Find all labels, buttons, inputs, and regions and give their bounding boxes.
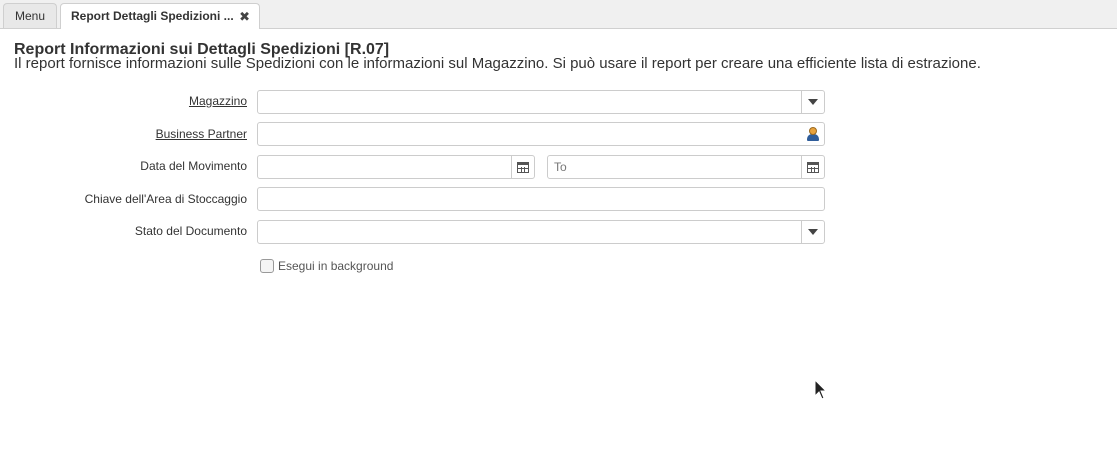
page-description: Il report fornisce informazioni sulle Sp…: [14, 55, 981, 72]
movement-date-to-field[interactable]: [547, 155, 825, 179]
locator-key-input[interactable]: [258, 188, 824, 210]
movement-date-from-input[interactable]: [258, 156, 534, 178]
business-partner-icon: [806, 127, 820, 141]
movement-date-from-field[interactable]: [257, 155, 535, 179]
warehouse-select[interactable]: [257, 90, 825, 114]
locator-key-label: Chiave dell'Area di Stoccaggio: [84, 192, 247, 206]
chevron-down-icon: [808, 229, 818, 235]
movement-date-from-calendar-button[interactable]: [511, 156, 534, 178]
business-partner-label[interactable]: Business Partner: [156, 127, 247, 141]
tab-report-label: Report Dettagli Spedizioni ...: [71, 9, 234, 23]
warehouse-input[interactable]: [258, 91, 824, 113]
movement-date-to-calendar-button[interactable]: [801, 156, 824, 178]
document-status-dropdown-button[interactable]: [801, 221, 824, 243]
tab-menu[interactable]: Menu: [3, 3, 57, 28]
background-checkbox[interactable]: [260, 259, 274, 273]
tab-menu-label: Menu: [14, 9, 46, 23]
document-status-input[interactable]: [258, 221, 824, 243]
tab-bar: Menu Report Dettagli Spedizioni ... ✖: [0, 0, 1117, 29]
chevron-down-icon: [808, 99, 818, 105]
background-option[interactable]: Esegui in background: [260, 259, 393, 273]
calendar-icon: [807, 161, 819, 173]
document-status-label: Stato del Documento: [134, 224, 247, 238]
movement-date-to-input[interactable]: [548, 156, 824, 178]
mouse-cursor-icon: [814, 379, 828, 400]
calendar-icon: [517, 161, 529, 173]
warehouse-label[interactable]: Magazzino: [189, 94, 247, 108]
locator-key-field[interactable]: [257, 187, 825, 211]
background-label: Esegui in background: [278, 259, 394, 273]
movement-date-label: Data del Movimento: [140, 159, 247, 173]
business-partner-search-button[interactable]: [802, 123, 824, 145]
tab-report-shipment-details[interactable]: Report Dettagli Spedizioni ... ✖: [60, 3, 260, 29]
document-status-select[interactable]: [257, 220, 825, 244]
close-icon[interactable]: ✖: [239, 4, 250, 29]
business-partner-input[interactable]: [258, 123, 824, 145]
business-partner-field[interactable]: [257, 122, 825, 146]
warehouse-dropdown-button[interactable]: [801, 91, 824, 113]
